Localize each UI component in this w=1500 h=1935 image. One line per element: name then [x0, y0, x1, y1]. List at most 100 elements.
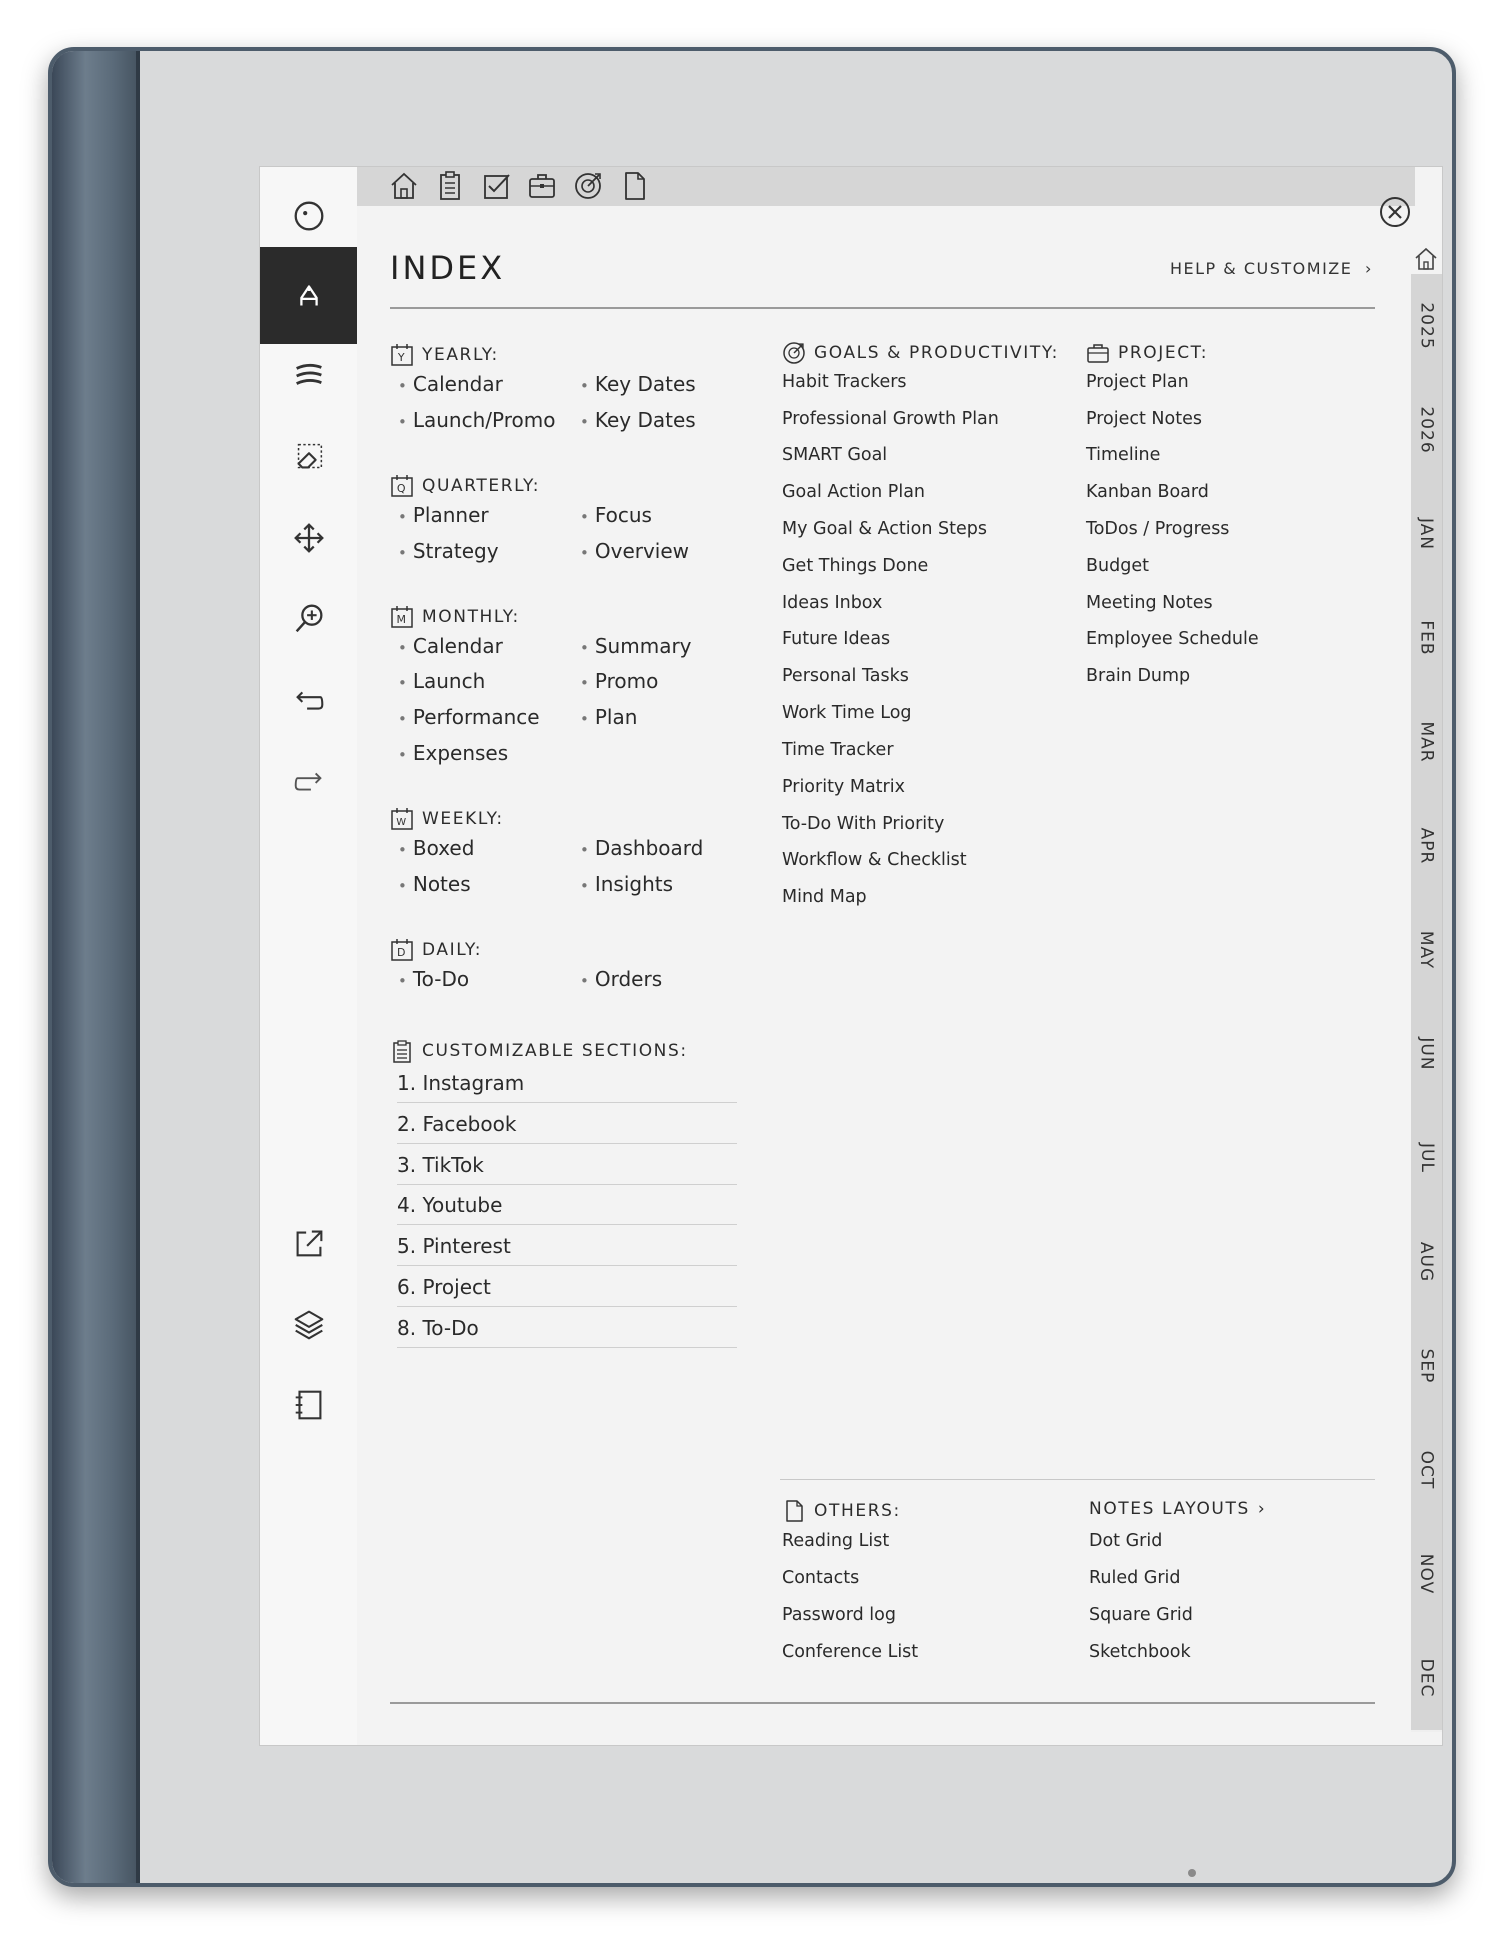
link-goals-item[interactable]: Ideas Inbox — [782, 593, 882, 613]
briefcase-icon[interactable] — [525, 169, 559, 203]
side-tab-aug[interactable]: AUG — [1411, 1210, 1442, 1316]
side-tab-jun[interactable]: JUN — [1411, 1002, 1442, 1108]
custom-section-item[interactable]: 5. Pinterest — [397, 1226, 737, 1266]
side-tab-strip: 2025 2026 JAN FEB MAR APR MAY JUN JUL AU… — [1411, 244, 1442, 1744]
link-yearly-key-dates-2[interactable]: Key Dates — [580, 408, 696, 432]
link-goals-item[interactable]: Mind Map — [782, 887, 867, 907]
link-monthly-performance[interactable]: Performance — [398, 705, 540, 729]
yearly-heading[interactable]: Y YEARLY: — [390, 343, 499, 367]
custom-section-item[interactable]: 2. Facebook — [397, 1104, 737, 1144]
link-notes-layout-item[interactable]: Dot Grid — [1089, 1531, 1162, 1551]
link-daily-orders[interactable]: Orders — [580, 967, 662, 991]
link-project-item[interactable]: Meeting Notes — [1086, 593, 1213, 613]
link-daily-todo[interactable]: To-Do — [398, 967, 469, 991]
notes-layouts-heading[interactable]: NOTES LAYOUTS › — [1089, 1499, 1266, 1519]
home-icon[interactable] — [387, 169, 421, 203]
link-quarterly-overview[interactable]: Overview — [580, 539, 689, 563]
weekly-heading[interactable]: W WEEKLY: — [390, 807, 504, 831]
side-tab-feb[interactable]: FEB — [1411, 586, 1442, 692]
notes-icon[interactable] — [433, 169, 467, 203]
link-project-item[interactable]: ToDos / Progress — [1086, 519, 1229, 539]
calendar-badge-icon: Y — [391, 344, 413, 366]
link-weekly-boxed[interactable]: Boxed — [398, 836, 475, 860]
goals-productivity-heading[interactable]: GOALS & PRODUCTIVITY: — [782, 341, 1059, 365]
briefcase-icon — [1087, 344, 1109, 363]
customizable-sections-heading[interactable]: CUSTOMIZABLE SECTIONS: — [390, 1039, 688, 1063]
goals-icon[interactable] — [571, 169, 605, 203]
link-goals-item[interactable]: Time Tracker — [782, 740, 894, 760]
link-goals-item[interactable]: My Goal & Action Steps — [782, 519, 987, 539]
link-monthly-summary[interactable]: Summary — [580, 634, 692, 658]
link-weekly-notes[interactable]: Notes — [398, 872, 471, 896]
side-tab-dec[interactable]: DEC — [1411, 1626, 1442, 1732]
link-others-item[interactable]: Password log — [782, 1605, 896, 1625]
link-quarterly-strategy[interactable]: Strategy — [398, 539, 499, 563]
side-tab-mar[interactable]: MAR — [1411, 690, 1442, 796]
redo-button[interactable] — [260, 732, 357, 829]
others-heading[interactable]: OTHERS: — [782, 1499, 901, 1523]
link-goals-item[interactable]: Habit Trackers — [782, 372, 907, 392]
link-monthly-calendar[interactable]: Calendar — [398, 634, 503, 658]
page-icon[interactable] — [617, 169, 651, 203]
custom-section-item[interactable]: 4. Youtube — [397, 1185, 737, 1225]
link-monthly-plan[interactable]: Plan — [580, 705, 638, 729]
checkbox-icon[interactable] — [479, 169, 513, 203]
link-others-item[interactable]: Conference List — [782, 1642, 918, 1662]
side-tab-sep[interactable]: SEP — [1411, 1314, 1442, 1420]
link-goals-item[interactable]: Priority Matrix — [782, 777, 905, 797]
link-others-item[interactable]: Contacts — [782, 1568, 859, 1588]
document-view-button[interactable] — [260, 1356, 357, 1453]
side-tab-2026[interactable]: 2026 — [1411, 378, 1442, 484]
side-tab-2025[interactable]: 2025 — [1411, 274, 1442, 380]
link-quarterly-planner[interactable]: Planner — [398, 503, 489, 527]
link-yearly-launch-promo[interactable]: Launch/Promo — [398, 408, 556, 432]
link-monthly-promo[interactable]: Promo — [580, 669, 658, 693]
link-notes-layout-item[interactable]: Ruled Grid — [1089, 1568, 1181, 1588]
link-project-item[interactable]: Employee Schedule — [1086, 629, 1259, 649]
link-monthly-launch[interactable]: Launch — [398, 669, 485, 693]
help-customize-link[interactable]: HELP & CUSTOMIZE › — [1170, 259, 1373, 278]
link-goals-item[interactable]: Goal Action Plan — [782, 482, 925, 502]
custom-section-item[interactable]: 3. TikTok — [397, 1145, 737, 1185]
custom-section-item[interactable]: 1. Instagram — [397, 1063, 737, 1103]
link-project-item[interactable]: Project Plan — [1086, 372, 1189, 392]
wavy-lines-icon — [295, 363, 322, 385]
link-goals-item[interactable]: Professional Growth Plan — [782, 409, 999, 429]
link-project-item[interactable]: Timeline — [1086, 445, 1160, 465]
side-tab-jul[interactable]: JUL — [1411, 1106, 1442, 1212]
link-goals-item[interactable]: Personal Tasks — [782, 666, 909, 686]
quarterly-heading[interactable]: Q QUARTERLY: — [390, 474, 540, 498]
link-weekly-insights[interactable]: Insights — [580, 872, 673, 896]
project-heading[interactable]: PROJECT: — [1086, 341, 1208, 365]
link-notes-layout-item[interactable]: Sketchbook — [1089, 1642, 1191, 1662]
side-tab-nov[interactable]: NOV — [1411, 1522, 1442, 1628]
close-icon[interactable] — [1378, 195, 1412, 229]
link-yearly-key-dates-1[interactable]: Key Dates — [580, 372, 696, 396]
link-quarterly-focus[interactable]: Focus — [580, 503, 652, 527]
link-yearly-calendar[interactable]: Calendar — [398, 372, 503, 396]
custom-section-item[interactable]: 6. Project — [397, 1267, 737, 1307]
link-goals-item[interactable]: Future Ideas — [782, 629, 890, 649]
link-goals-item[interactable]: Work Time Log — [782, 703, 912, 723]
calendar-badge-icon: Q — [391, 475, 413, 497]
link-project-item[interactable]: Brain Dump — [1086, 666, 1190, 686]
link-others-item[interactable]: Reading List — [782, 1531, 889, 1551]
link-weekly-dashboard[interactable]: Dashboard — [580, 836, 704, 860]
link-goals-item[interactable]: SMART Goal — [782, 445, 887, 465]
link-goals-item[interactable]: To-Do With Priority — [782, 814, 944, 834]
monthly-heading[interactable]: M MONTHLY: — [390, 605, 520, 629]
link-goals-item[interactable]: Workflow & Checklist — [782, 850, 967, 870]
side-tab-may[interactable]: MAY — [1411, 898, 1442, 1004]
link-project-item[interactable]: Budget — [1086, 556, 1149, 576]
side-tab-jan[interactable]: JAN — [1411, 482, 1442, 588]
link-monthly-expenses[interactable]: Expenses — [398, 741, 508, 765]
daily-heading[interactable]: D DAILY: — [390, 938, 482, 962]
link-goals-item[interactable]: Get Things Done — [782, 556, 928, 576]
link-notes-layout-item[interactable]: Square Grid — [1089, 1605, 1193, 1625]
tablet-device: 2025 2026 JAN FEB MAR APR MAY JUN JUL AU… — [48, 47, 1456, 1887]
link-project-item[interactable]: Project Notes — [1086, 409, 1202, 429]
custom-section-item[interactable]: 8. To-Do — [397, 1308, 737, 1348]
link-project-item[interactable]: Kanban Board — [1086, 482, 1209, 502]
side-tab-oct[interactable]: OCT — [1411, 1418, 1442, 1524]
side-tab-apr[interactable]: APR — [1411, 794, 1442, 900]
